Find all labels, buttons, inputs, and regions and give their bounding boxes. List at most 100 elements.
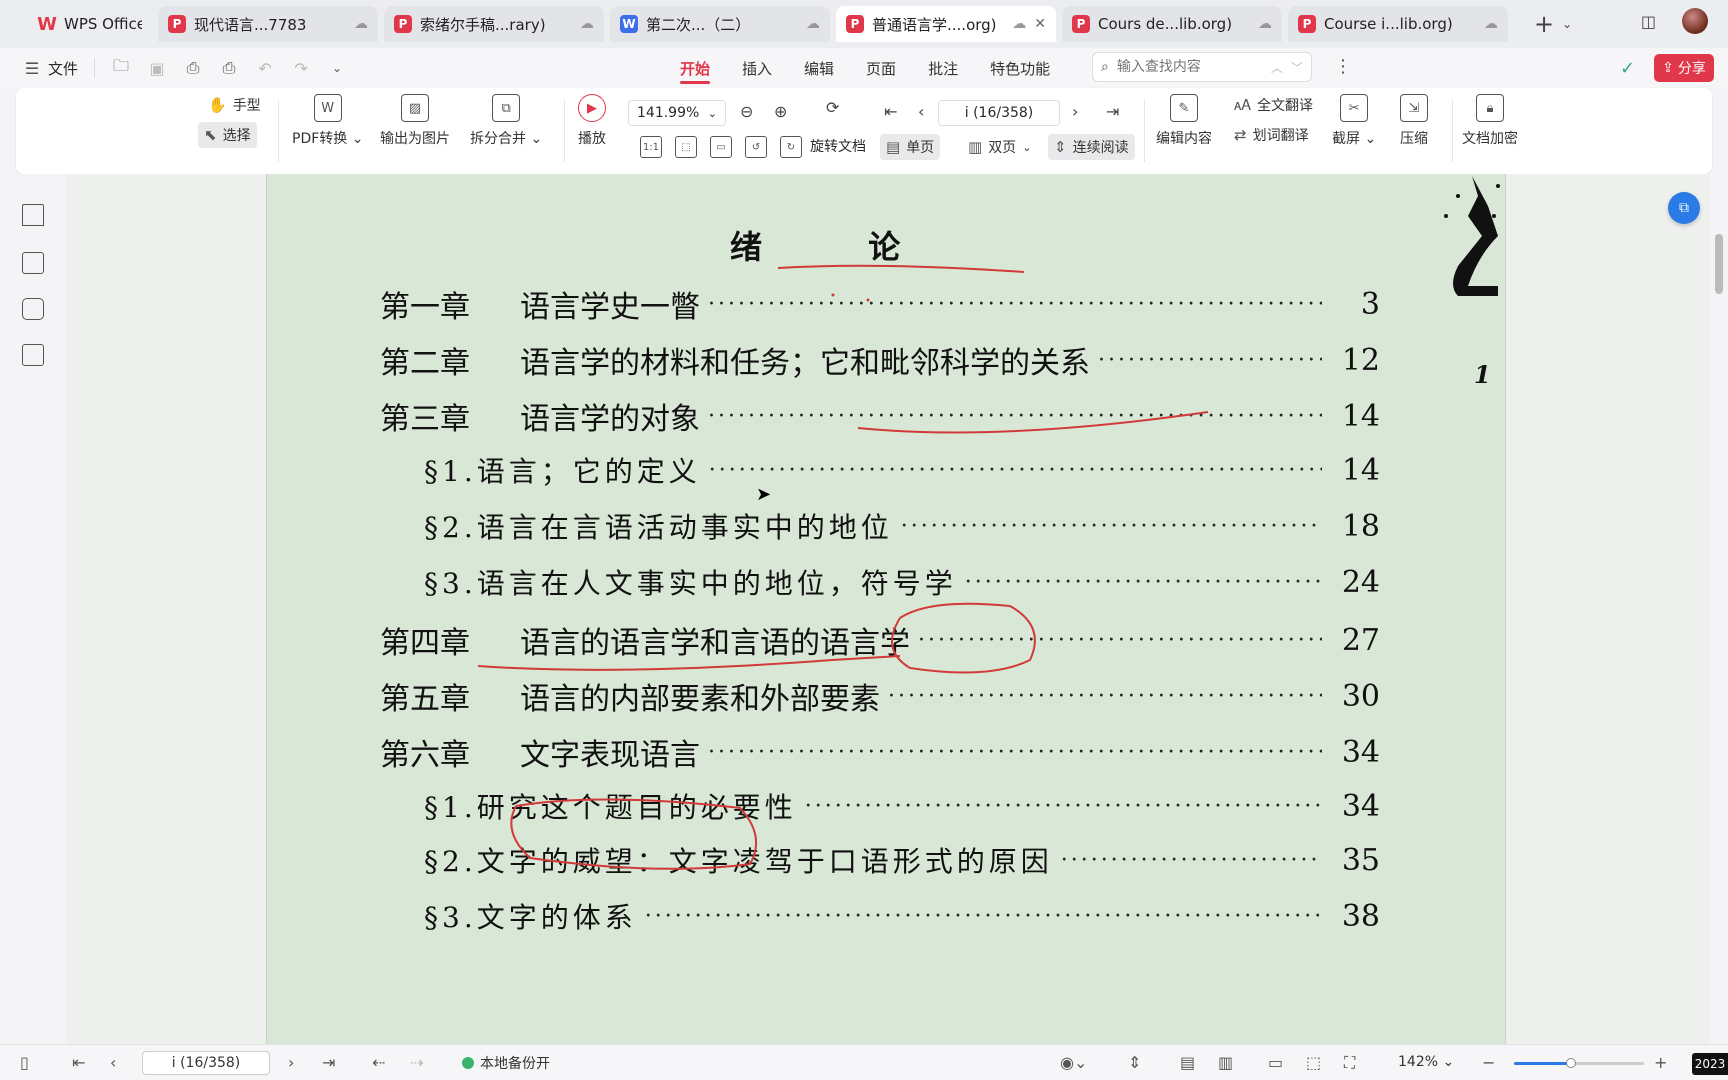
- screenshot-button[interactable]: ✂ 截屏 ⌄: [1332, 94, 1376, 148]
- first-page-icon[interactable]: ⇤: [884, 102, 897, 121]
- tab-3[interactable]: W 第二次...（二） ☁: [610, 6, 830, 42]
- redo-icon[interactable]: ↷: [291, 58, 311, 78]
- zoom-in-icon[interactable]: ⊕: [774, 102, 787, 121]
- edit-content-button[interactable]: ✎ 编辑内容: [1156, 94, 1212, 148]
- double-page-button[interactable]: ▥ 双页 ⌄: [962, 134, 1037, 160]
- ribbon-tab-2[interactable]: 编辑: [788, 48, 850, 88]
- hand-tool-button[interactable]: ✋ 手型: [202, 92, 267, 118]
- last-page-icon[interactable]: ⇥: [322, 1053, 335, 1072]
- search-box[interactable]: ⌕ ︿ ﹀: [1092, 52, 1312, 82]
- forward-icon[interactable]: ⇢: [410, 1053, 423, 1072]
- page-number-input[interactable]: i (16/358): [938, 100, 1060, 126]
- prev-page-icon[interactable]: ‹: [918, 102, 924, 121]
- undo-icon[interactable]: ↶: [255, 58, 275, 78]
- tab-1[interactable]: P 现代语言...7783 ☁: [158, 6, 378, 42]
- tab-6[interactable]: P Course i...lib.org) ☁: [1288, 6, 1508, 42]
- zoom-in-icon[interactable]: +: [1654, 1053, 1667, 1072]
- fit-page-icon[interactable]: ⬚: [675, 136, 697, 158]
- last-page-icon[interactable]: ⇥: [1106, 102, 1119, 121]
- thumbnail-icon[interactable]: [22, 252, 44, 274]
- single-page-button[interactable]: ▤ 单页: [880, 134, 941, 160]
- fit-width-icon[interactable]: ▭: [710, 136, 732, 158]
- layout-icon[interactable]: ◫: [1641, 12, 1656, 31]
- toc-row[interactable]: 第六章 文字表现语言 ·······························…: [380, 730, 1380, 774]
- rotate-doc-icon[interactable]: ⟳: [826, 98, 839, 117]
- encrypt-button[interactable]: 🔒︎ 文档加密: [1462, 94, 1518, 148]
- vertical-scrollbar[interactable]: [1710, 174, 1728, 1044]
- zoom-select[interactable]: 141.99% ⌄: [628, 100, 726, 126]
- print-icon[interactable]: ⎙: [219, 58, 239, 78]
- full-translate-button[interactable]: 🗚 全文翻译: [1228, 92, 1319, 118]
- chevron-down-icon[interactable]: ⌄: [1562, 17, 1572, 31]
- first-page-icon[interactable]: ⇤: [72, 1053, 85, 1072]
- back-icon[interactable]: ⇠: [372, 1053, 385, 1072]
- toc-row[interactable]: §2.语言在言语活动事实中的地位 ························…: [380, 506, 1380, 546]
- play-button[interactable]: ▶ 播放: [578, 94, 606, 148]
- toc-row[interactable]: 第四章 语言的语言学和言语的语言学 ························…: [380, 618, 1380, 662]
- eye-icon[interactable]: ◉⌄: [1060, 1053, 1087, 1072]
- next-page-icon[interactable]: ›: [1072, 102, 1078, 121]
- fit-page-icon[interactable]: ⬚: [1306, 1053, 1321, 1072]
- chevron-down-icon[interactable]: ⌄: [327, 58, 347, 78]
- tab-4[interactable]: P 普通语言学....org) ☁ ✕: [836, 6, 1056, 42]
- toc-row[interactable]: §2.文字的威望：文字凌驾于口语形式的原因 ···················…: [380, 840, 1380, 880]
- continuous-icon[interactable]: ⇕: [1128, 1053, 1141, 1072]
- search-input[interactable]: [1116, 59, 1263, 75]
- new-tab-icon[interactable]: +: [1534, 10, 1554, 38]
- zoom-out-icon[interactable]: −: [1482, 1053, 1495, 1072]
- tab-2[interactable]: P 索绪尔手稿...rary) ☁: [384, 6, 604, 42]
- pdf-convert-button[interactable]: W PDF转换 ⌄: [292, 94, 363, 148]
- rotate-right-icon[interactable]: ↻: [780, 136, 802, 158]
- export-image-button[interactable]: ▨ 输出为图片: [380, 94, 450, 148]
- toc-row[interactable]: §1.研究这个题目的必要性 ···························…: [380, 786, 1380, 826]
- fullscreen-icon[interactable]: ⛶: [1344, 1053, 1355, 1073]
- chevron-up-icon[interactable]: ︿: [1271, 59, 1283, 76]
- print-preview-icon[interactable]: ⎙: [183, 58, 203, 78]
- ribbon-tab-3[interactable]: 页面: [850, 48, 912, 88]
- comment-icon[interactable]: [22, 298, 44, 320]
- fit-width-icon[interactable]: ▭: [1268, 1053, 1283, 1072]
- compress-button[interactable]: ⇲ 压缩: [1400, 94, 1428, 148]
- single-page-icon[interactable]: ▤: [1180, 1053, 1195, 1072]
- zoom-slider-knob[interactable]: [1566, 1058, 1577, 1068]
- floating-tool-icon[interactable]: ⧉: [1668, 192, 1700, 224]
- ribbon-tab-1[interactable]: 插入: [726, 48, 788, 88]
- hamburger-menu-icon[interactable]: ☰: [22, 58, 42, 78]
- tab-5[interactable]: P Cours de...lib.org) ☁: [1062, 6, 1282, 42]
- toc-row[interactable]: §1.语言；它的定义 ······························…: [380, 450, 1380, 490]
- local-backup-status[interactable]: 本地备份开: [462, 1053, 550, 1073]
- bookmark-icon[interactable]: [22, 204, 44, 226]
- avatar[interactable]: [1682, 8, 1708, 34]
- split-merge-button[interactable]: ⧉ 拆分合并 ⌄: [470, 94, 542, 148]
- double-page-icon[interactable]: ▥: [1218, 1053, 1233, 1072]
- sidebar-toggle-icon[interactable]: ▯: [20, 1053, 29, 1072]
- tab-0[interactable]: W WPS Office: [28, 6, 152, 42]
- prev-page-icon[interactable]: ‹: [110, 1053, 116, 1072]
- word-translate-button[interactable]: ⇄ 划词翻译: [1228, 122, 1315, 148]
- actual-size-icon[interactable]: 1:1: [640, 136, 662, 158]
- zoom-select[interactable]: 142% ⌄: [1398, 1054, 1454, 1070]
- status-page-input[interactable]: i (16/358): [142, 1051, 270, 1075]
- file-menu[interactable]: 文件: [48, 58, 78, 79]
- ribbon-tab-5[interactable]: 特色功能: [974, 48, 1066, 88]
- toc-row[interactable]: §3.文字的体系 ································…: [380, 896, 1380, 936]
- ribbon-tab-4[interactable]: 批注: [912, 48, 974, 88]
- toc-row[interactable]: 第三章 语言学的对象 ·······························…: [380, 394, 1380, 438]
- continuous-read-button[interactable]: ⇕ 连续阅读: [1048, 134, 1135, 160]
- close-icon[interactable]: ✕: [1034, 16, 1046, 32]
- rotate-left-icon[interactable]: ↺: [745, 136, 767, 158]
- toc-row[interactable]: §3.语言在人文事实中的地位，符号学 ······················…: [380, 562, 1380, 602]
- chevron-down-icon[interactable]: ﹀: [1291, 59, 1303, 76]
- toc-row[interactable]: 第二章 语言学的材料和任务；它和毗邻科学的关系 ··················…: [380, 338, 1380, 382]
- save-icon[interactable]: ▣: [147, 58, 167, 78]
- next-page-icon[interactable]: ›: [288, 1053, 294, 1072]
- toc-row[interactable]: 第五章 语言的内部要素和外部要素 ·························…: [380, 674, 1380, 718]
- zoom-slider[interactable]: [1514, 1058, 1644, 1068]
- scroll-thumb[interactable]: [1715, 234, 1723, 294]
- select-tool-button[interactable]: ⬉ 选择: [198, 122, 257, 148]
- more-options-icon[interactable]: ⋮: [1334, 56, 1352, 77]
- attachment-icon[interactable]: [22, 344, 44, 366]
- open-folder-icon[interactable]: 🗀: [111, 56, 131, 78]
- zoom-out-icon[interactable]: ⊖: [740, 102, 753, 121]
- toc-row[interactable]: 第一章 语言学史一瞥 ·······························…: [380, 282, 1380, 326]
